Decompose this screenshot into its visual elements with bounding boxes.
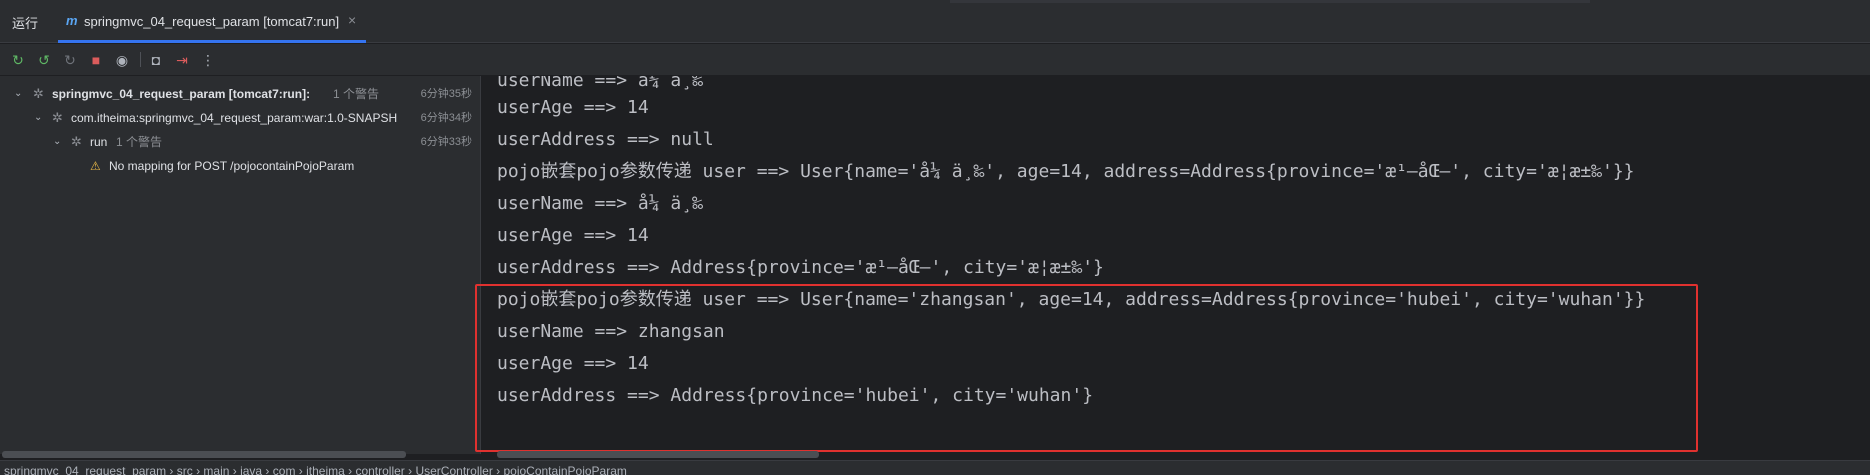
tree-horizontal-scrollbar[interactable]	[2, 451, 406, 458]
tree-item-label: run	[90, 135, 108, 149]
tab-run-configuration[interactable]: m springmvc_04_request_param [tomcat7:ru…	[58, 0, 366, 43]
ide-run-window: 运行 m springmvc_04_request_param [tomcat7…	[0, 0, 1870, 475]
warning-icon: ⚠	[90, 159, 101, 173]
console-horizontal-scrollbar[interactable]	[497, 451, 819, 458]
console-line: userAge ==> 14	[497, 97, 649, 118]
chevron-down-icon[interactable]: ⌄	[34, 107, 42, 129]
toolbar-separator	[140, 52, 141, 67]
editor-edge	[950, 0, 1590, 3]
elapsed-time: 6分钟33秒	[420, 136, 472, 148]
spinner-icon: ✲	[52, 110, 63, 125]
maven-icon: m	[66, 13, 78, 28]
restart-icon[interactable]: ↻	[60, 50, 80, 70]
console-line: userAge ==> 14	[497, 353, 649, 374]
console-line: userAddress ==> Address{province='æ¹–åŒ—…	[497, 257, 1104, 278]
breadcrumb[interactable]: springmvc_04_request_param › src › main …	[4, 464, 627, 475]
tree-item-label: No mapping for POST /pojocontainPojoPara…	[109, 159, 355, 173]
console-line: userAddress ==> Address{province='hubei'…	[497, 385, 1094, 406]
stop-icon[interactable]: ■	[86, 50, 106, 70]
console-output[interactable]: userName ==> å¼ ä¸‰ userAge ==> 14 userA…	[482, 76, 1870, 454]
chevron-down-icon[interactable]: ⌄	[53, 131, 61, 153]
rerun-icon[interactable]: ↻	[8, 50, 28, 70]
spinner-icon: ✲	[33, 86, 44, 101]
console-line: userAddress ==> null	[497, 129, 714, 150]
rerun-failed-icon[interactable]: ↺	[34, 50, 54, 70]
tree-item-run-goal[interactable]: ⌄ ✲ run 1 个警告 6分钟33秒	[0, 131, 480, 153]
console-line: pojo嵌套pojo参数传递 user ==> User{name='zhang…	[497, 289, 1646, 310]
tree-item-label: com.itheima:springmvc_04_request_param:w…	[71, 111, 398, 125]
spinner-icon: ✲	[71, 134, 82, 149]
tree-item-label: springmvc_04_request_param [tomcat7:run]…	[52, 87, 311, 101]
console-line: userName ==> å¼ ä¸‰	[497, 193, 703, 214]
run-panel-title: 运行	[12, 16, 39, 31]
run-toolbar: ↻ ↺ ↻ ■ ◉ ◘ ⇥ ⋮	[0, 44, 1870, 75]
elapsed-time: 6分钟34秒	[420, 112, 472, 124]
view-icon[interactable]: ◉	[112, 50, 132, 70]
chevron-down-icon[interactable]: ⌄	[14, 83, 22, 105]
tree-item-artifact[interactable]: ⌄ ✲ com.itheima:springmvc_04_request_par…	[0, 107, 480, 129]
exit-icon[interactable]: ⇥	[172, 50, 192, 70]
elapsed-time: 6分钟35秒	[420, 88, 472, 100]
more-icon[interactable]: ⋮	[198, 50, 218, 70]
console-line: pojo嵌套pojo参数传递 user ==> User{name='å¼ ä¸…	[497, 161, 1635, 182]
run-tree-panel: ⌄ ✲ springmvc_04_request_param [tomcat7:…	[0, 76, 481, 454]
run-tabbar: 运行 m springmvc_04_request_param [tomcat7…	[0, 0, 1870, 43]
console-line: userName ==> å¼ ä¸‰	[497, 76, 703, 91]
tab-label: springmvc_04_request_param [tomcat7:run]	[84, 14, 340, 29]
warning-count: 1 个警告	[333, 87, 380, 101]
camera-icon[interactable]: ◘	[146, 50, 166, 70]
console-line: userName ==> zhangsan	[497, 321, 725, 342]
tab-active-indicator	[58, 40, 366, 43]
status-bar: springmvc_04_request_param › src › main …	[0, 460, 1870, 475]
tree-item-warning[interactable]: ⚠ No mapping for POST /pojocontainPojoPa…	[0, 155, 480, 177]
tree-item-run-config[interactable]: ⌄ ✲ springmvc_04_request_param [tomcat7:…	[0, 83, 480, 105]
close-icon[interactable]: ×	[348, 12, 356, 28]
warning-count: 1 个警告	[116, 135, 163, 149]
console-line: userAge ==> 14	[497, 225, 649, 246]
